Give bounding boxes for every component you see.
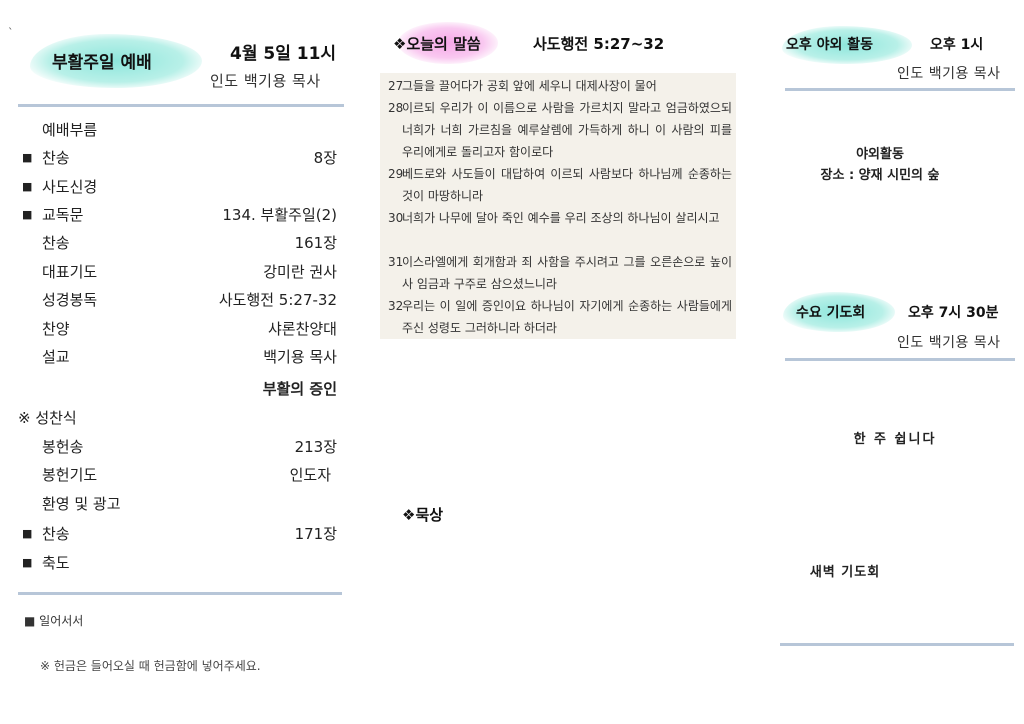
order-row: 찬양 샤론찬양대 bbox=[42, 320, 337, 338]
order-row: ■ 찬송 171장 bbox=[22, 525, 337, 543]
scripture-reference: 사도행전 5:27~32 bbox=[533, 35, 665, 53]
order-row: ■ 찬송 8장 bbox=[22, 149, 337, 167]
order-row: ■ 사도신경 bbox=[22, 178, 98, 196]
outdoor-activity-leader: 인도 백기용 목사 bbox=[897, 66, 1001, 82]
service-date-time: 4월 5일 11시 bbox=[230, 44, 337, 64]
service-title: 부활주일 예배 bbox=[52, 53, 152, 73]
wednesday-prayer-leader: 인도 백기용 목사 bbox=[897, 335, 1001, 351]
verse: 28 이르되 우리가 이 이름으로 사람을 가르치지 말라고 엄금하였으되 너희… bbox=[388, 101, 732, 159]
outdoor-activity-title: 오후 야외 활동 bbox=[786, 37, 874, 53]
sermon-title-row: 부활의 증인 bbox=[262, 380, 337, 398]
outdoor-activity-label: 야외활동 bbox=[856, 147, 904, 162]
scripture-box: 27 그들을 끌어다가 공회 앞에 세우니 대제사장이 물어 28 이르되 우리… bbox=[380, 73, 736, 339]
order-row: ※ 성찬식 bbox=[18, 409, 77, 427]
order-row: 예배부름 bbox=[42, 121, 98, 139]
wednesday-prayer-time: 오후 7시 30분 bbox=[908, 305, 999, 321]
standing-note: ■ 일어서서 bbox=[24, 614, 84, 628]
divider-right-3 bbox=[780, 643, 1014, 646]
verse: 31 이스라엘에게 회개함과 죄 사함을 주시려고 그를 오른손으로 높이사 임… bbox=[388, 255, 732, 291]
verse: 30 너희가 나무에 달아 죽인 예수를 우리 조상의 하나님이 살리시고 bbox=[388, 211, 720, 225]
offering-note: ※ 헌금은 들어오실 때 헌금함에 넣어주세요. bbox=[40, 659, 261, 673]
outdoor-activity-place: 장소 : 양재 시민의 숲 bbox=[820, 168, 940, 183]
service-leader: 인도 백기용 목사 bbox=[210, 72, 321, 90]
divider-top bbox=[18, 104, 344, 107]
stray-mark: ` bbox=[8, 26, 14, 39]
order-row: 대표기도 강미란 권사 bbox=[42, 263, 337, 281]
order-row: 환영 및 광고 bbox=[42, 495, 121, 513]
divider-right-2 bbox=[785, 358, 1015, 361]
todays-word-title: ❖오늘의 말씀 bbox=[393, 35, 481, 53]
verse: 32 우리는 이 일에 증인이요 하나님이 자기에게 순종하는 사람들에게 주신… bbox=[388, 299, 732, 335]
outdoor-activity-time: 오후 1시 bbox=[930, 37, 984, 53]
order-row: 봉헌기도 인도자 bbox=[42, 466, 331, 484]
wednesday-prayer-note: 한 주 쉽니다 bbox=[853, 432, 937, 447]
order-row: ■ 축도 bbox=[22, 554, 70, 572]
verse: 27 그들을 끌어다가 공회 앞에 세우니 대제사장이 물어 bbox=[388, 79, 657, 93]
meditation-title: ❖묵상 bbox=[402, 506, 444, 524]
wednesday-prayer-title: 수요 기도회 bbox=[796, 305, 866, 321]
order-row: 설교 백기용 목사 bbox=[42, 348, 337, 366]
divider-right-1 bbox=[785, 88, 1015, 91]
order-row: 찬송 161장 bbox=[42, 234, 337, 252]
order-row: 성경봉독 사도행전 5:27-32 bbox=[42, 291, 337, 309]
order-row: 봉헌송 213장 bbox=[42, 438, 337, 456]
order-row: ■ 교독문 134. 부활주일(2) bbox=[22, 206, 337, 224]
dawn-prayer-title: 새벽 기도회 bbox=[809, 565, 881, 580]
verse: 29 베드로와 사도들이 대답하여 이르되 사람보다 하나님께 순종하는 것이 … bbox=[388, 167, 732, 203]
divider-bottom bbox=[18, 592, 342, 595]
